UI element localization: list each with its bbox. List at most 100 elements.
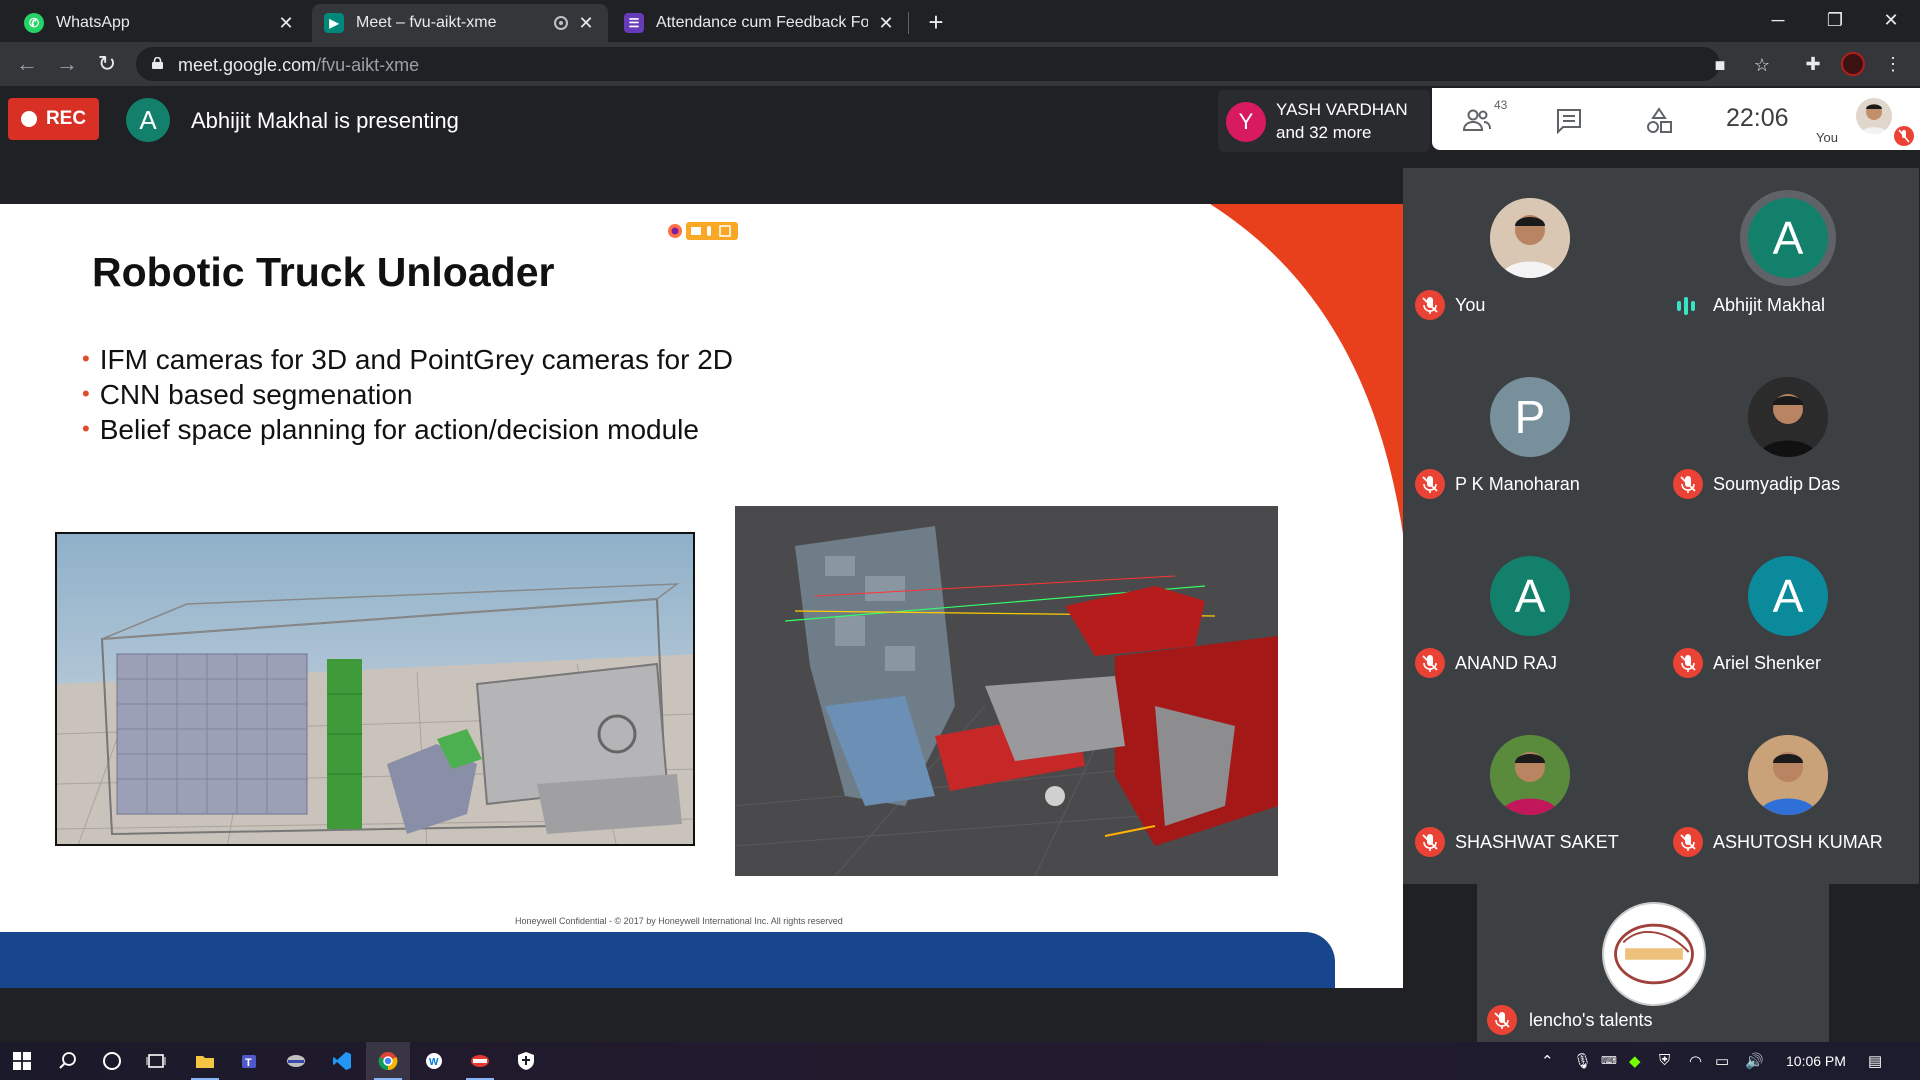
slide-bullet: • Belief space planning for action/decisi… [82, 414, 699, 446]
minimize-button[interactable]: ─ [1749, 0, 1807, 40]
forward-button[interactable]: → [51, 48, 83, 80]
people-icon[interactable] [1462, 106, 1492, 136]
truck-simulation-image [55, 532, 695, 846]
join-avatar: Y [1226, 102, 1266, 142]
presenter-avatar: A [126, 98, 170, 142]
participant-name: ASHUTOSH KUMAR [1713, 832, 1883, 852]
bullet-text: CNN based segmenation [99, 379, 413, 410]
cortana-icon[interactable] [90, 1042, 134, 1080]
participants-joined-chip[interactable]: Y YASH VARDHAN and 32 more [1218, 90, 1430, 152]
tab-whatsapp[interactable]: ✆ WhatsApp ✕ [12, 4, 308, 42]
record-dot-icon [20, 111, 37, 127]
self-view-label: You [1816, 130, 1838, 145]
join-more: and 32 more [1276, 123, 1372, 142]
address-bar[interactable]: meet.google.com/fvu-aikt-xme ■ ☆ [136, 47, 1770, 81]
participant-avatar [1748, 377, 1828, 457]
slide-bullet: • IFM cameras for 3D and PointGrey camera… [82, 344, 733, 376]
participant-tile[interactable]: A Abhijit Makhal [1661, 168, 1919, 347]
participant-avatar [1490, 735, 1570, 815]
wifi-icon[interactable]: ◠ [1689, 1052, 1702, 1070]
url-host: meet.google.com [178, 55, 317, 75]
close-tab-icon[interactable]: ✕ [876, 13, 896, 34]
restore-button[interactable]: ❐ [1806, 0, 1864, 40]
notification-center-icon[interactable]: ▤ [1868, 1052, 1882, 1070]
participant-tile[interactable]: A ANAND RAJ [1403, 526, 1661, 705]
keyboard-icon[interactable]: ⌨ [1601, 1054, 1617, 1067]
slide-title: Robotic Truck Unloader [92, 249, 555, 295]
url-text: meet.google.com/fvu-aikt-xme [178, 55, 419, 76]
participant-tile[interactable]: SHASHWAT SAKET [1403, 705, 1661, 884]
svg-text:W: W [429, 1057, 439, 1068]
bullet-text: IFM cameras for 3D and PointGrey cameras… [99, 344, 734, 375]
microphone-icon[interactable]: 🎙 [1573, 1052, 1592, 1070]
mic-off-icon [1673, 827, 1703, 857]
activities-icon[interactable] [1644, 106, 1674, 136]
bookmark-star-icon[interactable]: ☆ [1748, 51, 1776, 79]
participant-tile[interactable]: Soumyadip Das [1661, 347, 1919, 526]
volume-icon[interactable]: 🔊 [1745, 1052, 1764, 1070]
participant-tile[interactable]: A Ariel Shenker [1661, 526, 1919, 705]
profile-avatar[interactable] [1839, 50, 1867, 78]
tab-attendance-form[interactable]: ☰ Attendance cum Feedback Form ✕ [612, 4, 908, 42]
participant-tile[interactable]: lencho's talents [1477, 868, 1829, 1042]
teams-icon[interactable]: T [228, 1042, 272, 1080]
browser-tab-strip: ✆ WhatsApp ✕ ▶ Meet – fvu-aikt-xme ✕ ☰ A… [0, 0, 1920, 42]
app-icon[interactable] [274, 1042, 318, 1080]
close-tab-icon[interactable]: ✕ [576, 13, 596, 34]
slide-footer-bar [0, 932, 1335, 988]
participant-name: ANAND RAJ [1455, 653, 1558, 673]
security-shield-icon[interactable] [504, 1042, 548, 1080]
windows-start-icon[interactable] [0, 1042, 44, 1080]
participant-tile[interactable]: You [1403, 168, 1661, 347]
chat-icon[interactable] [1554, 106, 1584, 136]
tab-title: Meet – fvu-aikt-xme [356, 14, 497, 31]
nvidia-icon[interactable]: ◆ [1629, 1052, 1641, 1070]
back-button[interactable]: ← [11, 48, 43, 80]
url-path: /fvu-aikt-xme [316, 55, 420, 75]
participant-name: You [1455, 295, 1486, 315]
vscode-icon[interactable] [320, 1042, 364, 1080]
extensions-icon[interactable]: ✚ [1799, 50, 1827, 78]
google-meet-icon: ▶ [324, 13, 344, 33]
chrome-icon[interactable] [366, 1042, 410, 1080]
bullet-text: Belief space planning for action/decisio… [99, 414, 699, 445]
defender-icon[interactable]: ⛨ [1659, 1052, 1670, 1069]
search-icon[interactable] [46, 1042, 90, 1080]
presentation-bottom-area [0, 988, 1403, 1042]
participant-name: Soumyadip Das [1713, 474, 1841, 494]
close-window-button[interactable]: ✕ [1862, 0, 1920, 40]
recording-label: REC [45, 108, 87, 129]
mic-off-icon [1415, 827, 1445, 857]
new-tab-button[interactable]: + [920, 6, 952, 38]
participant-name: lencho's talents [1529, 1010, 1653, 1030]
participant-tile[interactable]: P P K Manoharan [1403, 347, 1661, 526]
taskbar-clock[interactable]: 10:06 PM [1786, 1053, 1846, 1069]
tab-title: Attendance cum Feedback Form [656, 14, 868, 31]
participant-name: Abhijit Makhal [1713, 295, 1826, 315]
windows-taskbar: T W ⌃ 🎙 ⌨ ◆ ⛨ ◠ ▭ 🔊 10:06 PM ▤ [0, 1042, 1920, 1080]
browser-menu-icon[interactable]: ⋮ [1879, 50, 1907, 78]
file-explorer-icon[interactable] [183, 1042, 227, 1080]
battery-icon[interactable]: ▭ [1715, 1052, 1729, 1070]
recording-tab-icon [554, 16, 568, 30]
task-view-icon[interactable] [134, 1042, 178, 1080]
participant-name: Ariel Shenker [1713, 653, 1822, 673]
participant-avatar: A [1490, 556, 1570, 636]
participant-avatar [1748, 735, 1828, 815]
tab-meet[interactable]: ▶ Meet – fvu-aikt-xme ✕ [312, 4, 608, 42]
meeting-clock: 22:06 [1726, 104, 1789, 132]
participant-tile[interactable]: ASHUTOSH KUMAR [1661, 705, 1919, 884]
close-tab-icon[interactable]: ✕ [276, 13, 296, 34]
show-hidden-icons[interactable]: ⌃ [1541, 1052, 1554, 1070]
app-icon[interactable] [458, 1042, 502, 1080]
app-icon[interactable]: W [412, 1042, 456, 1080]
camera-in-use-icon[interactable]: ■ [1706, 51, 1734, 79]
meet-controls-panel: 43 22:06 You [1432, 88, 1920, 150]
self-view-thumbnail[interactable] [1856, 98, 1892, 134]
presented-slide: Robotic Truck Unloader • IFM cameras for … [0, 204, 1403, 988]
join-name: YASH VARDHAN [1276, 100, 1408, 119]
participant-name: SHASHWAT SAKET [1455, 832, 1619, 852]
reload-button[interactable]: ↻ [91, 48, 123, 80]
participant-name: P K Manoharan [1455, 474, 1580, 494]
mic-off-icon [1673, 648, 1703, 678]
